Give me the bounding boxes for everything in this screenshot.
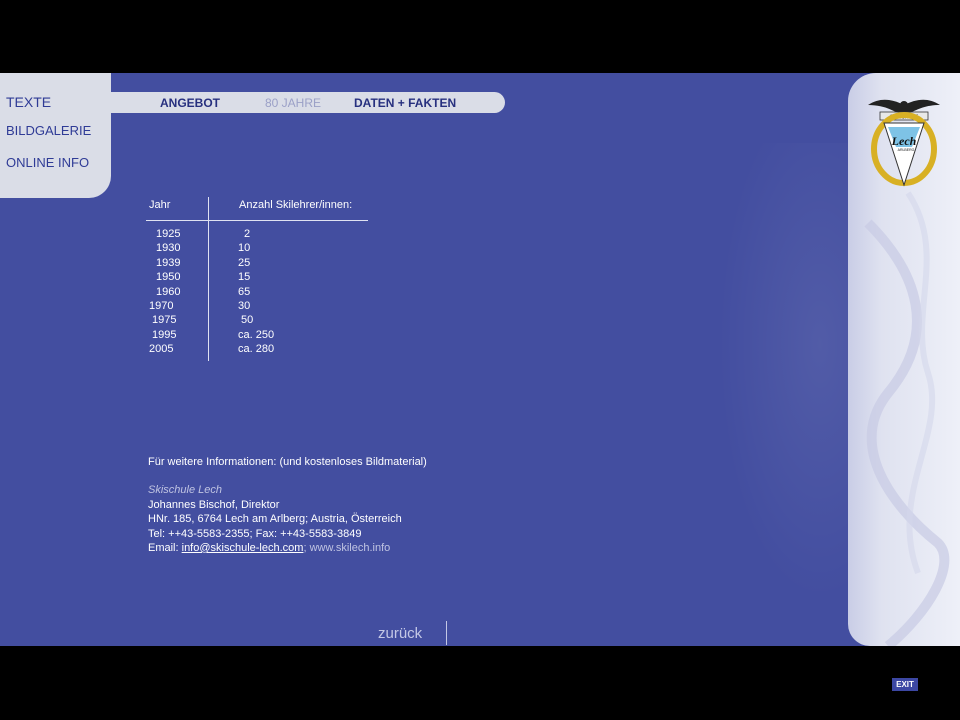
table-header-anzahl: Anzahl Skilehrer/innen: — [239, 199, 353, 211]
back-link[interactable]: zurück — [378, 625, 422, 642]
logo-name: Lech — [891, 134, 917, 148]
web-text: ; www.skilech.info — [303, 542, 391, 554]
skischule-lech-logo: SKISCHULE Lech ARLBERG — [868, 99, 940, 187]
table-cell-count: ca. 280 — [238, 343, 275, 356]
email-link[interactable]: info@skischule-lech.com — [182, 542, 304, 554]
table-cell-count: 10 — [238, 242, 251, 255]
table-cell-year: 1939 — [153, 256, 181, 269]
table-cell-year: 1930 — [153, 242, 181, 255]
table-cell-count: ca. 250 — [238, 328, 275, 341]
table-cell-year: 2005 — [149, 343, 174, 356]
main-stage: TEXTE BILDGALERIE ONLINE INFO ANGEBOT 80… — [0, 73, 960, 646]
table-cell-year: 1995 — [149, 328, 177, 341]
table-cell-count: 50 — [238, 314, 254, 327]
info-contact-line: Email: info@skischule-lech.com; www.skil… — [148, 542, 390, 554]
table-cell-year: 1975 — [149, 314, 177, 327]
tab-80-jahre[interactable]: 80 JAHRE — [265, 96, 321, 110]
background-texture — [700, 143, 850, 646]
nav-bildgalerie[interactable]: BILDGALERIE — [6, 123, 91, 138]
table-divider-vertical — [208, 197, 209, 361]
email-label: Email: — [148, 542, 182, 554]
table-cell-year: 1950 — [153, 271, 181, 284]
nav-texte[interactable]: TEXTE — [6, 94, 51, 110]
tab-angebot[interactable]: ANGEBOT — [160, 96, 220, 110]
table-cell-count: 2 — [241, 228, 251, 240]
table-cell-count: 15 — [238, 271, 251, 284]
table-cell-year: 1960 — [153, 285, 181, 298]
info-address: HNr. 185, 6764 Lech am Arlberg; Austria,… — [148, 513, 402, 525]
back-divider — [446, 621, 447, 645]
info-company: Skischule Lech — [148, 484, 222, 496]
tab-daten-fakten[interactable]: DATEN + FAKTEN — [354, 96, 456, 110]
table-header-jahr: Jahr — [149, 199, 171, 211]
table-divider-horizontal — [146, 220, 368, 221]
table-cell-year: 1925 — [153, 228, 181, 240]
table-cell-count: 65 — [238, 285, 251, 298]
table-cell-year: 1970 — [149, 300, 174, 312]
table-cell-count: 25 — [238, 256, 251, 269]
info-person: Johannes Bischof, Direktor — [148, 499, 280, 511]
nav-online-info[interactable]: ONLINE INFO — [6, 155, 89, 170]
info-intro: Für weitere Informationen: (und kostenlo… — [148, 456, 427, 468]
info-phone: Tel: ++43-5583-2355; Fax: ++43-5583-3849 — [148, 528, 362, 540]
exit-button[interactable]: EXIT — [892, 678, 918, 691]
table-cell-count: 30 — [238, 300, 251, 312]
logo-sub: ARLBERG — [898, 148, 915, 152]
